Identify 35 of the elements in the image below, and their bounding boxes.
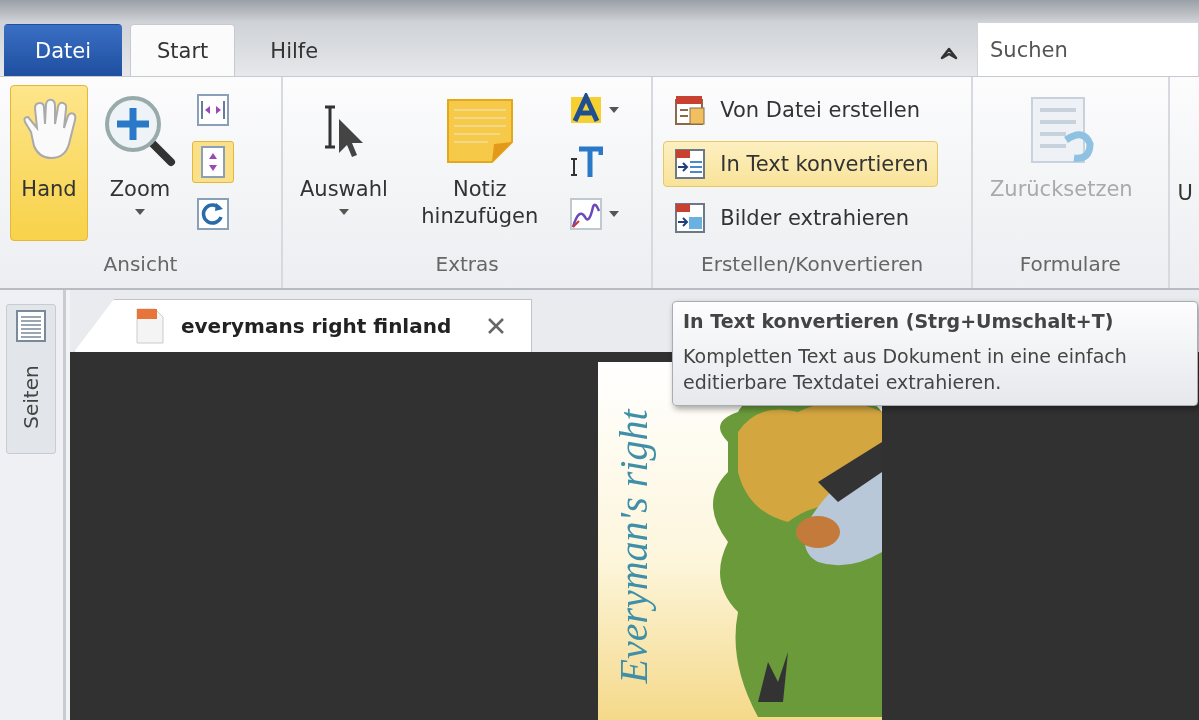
toolbar-button[interactable]: Notiz hinzufügen [402,85,557,241]
tooltip-text: Kompletten Text aus Dokument in eine einfach editierbare Textdatei extrahieren. [683,344,1128,395]
caret-icon [338,209,349,216]
fit-width-icon [196,93,230,127]
dropdown-button[interactable]: Zoom [96,85,184,241]
ribbon-tab[interactable]: Hilfe [243,24,346,76]
tooltip-title: In Text konvertieren (Strg+Umschalt+T) [683,310,1115,332]
caret-icon [608,107,619,113]
close-icon[interactable] [487,317,506,335]
signature-icon [568,197,603,231]
caret-icon [135,209,145,216]
command-button[interactable]: In Text konvertieren [663,141,938,187]
pages-tab-label: Seiten [19,365,43,429]
document-tab[interactable]: everymans right finland [74,299,533,352]
file-menu-tab[interactable]: Datei [4,24,123,76]
ribbon-tab[interactable]: Start [130,24,236,76]
document-title: Everyman's right [609,409,657,684]
group-label: Extras [434,251,500,278]
group-label: Erstellen/Konvertieren [700,251,925,278]
dropdown-button[interactable]: Auswahl [293,85,395,241]
text-tool-icon [568,145,603,179]
collapse-ribbon-icon[interactable] [939,46,959,60]
caret-icon [608,211,619,217]
search-field[interactable]: Suchen [977,22,1199,76]
toolbar-button[interactable]: U [1169,77,1199,206]
pages-icon [15,309,47,343]
toolbar-button[interactable]: Hand [10,85,88,241]
zoom-in-icon [103,94,177,168]
group-label: Ansicht [102,251,179,278]
command-button[interactable]: Von Datei erstellen [663,87,938,133]
command-button[interactable]: Bilder extrahieren [663,195,938,241]
pdf-file-icon [135,307,165,345]
pages-panel-tab[interactable]: Seiten [6,304,56,454]
rotate-icon [196,197,230,231]
group-label: Formulare [1018,251,1122,278]
